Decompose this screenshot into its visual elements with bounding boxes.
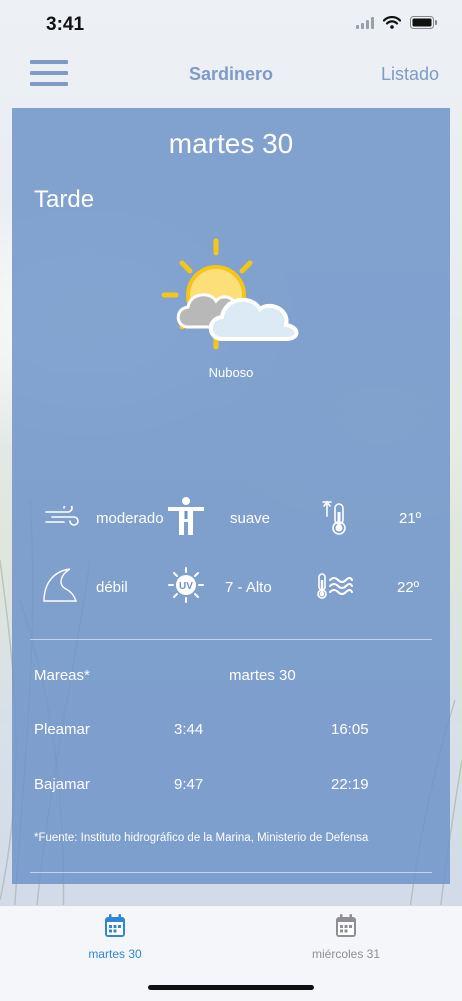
high-tide-time-1: 3:44: [174, 721, 204, 738]
cloudy-sun-icon: [161, 238, 299, 350]
navigation-bar: Sardinero Listado: [0, 50, 462, 100]
low-tide-label: Bajamar: [34, 776, 90, 793]
tab-label: miércoles 31: [311, 947, 381, 961]
forecast-period: Tarde: [34, 186, 95, 213]
tab-miercoles-31[interactable]: miércoles 31: [266, 914, 426, 961]
low-tide-time-1: 9:47: [174, 776, 204, 793]
wifi-icon: [383, 16, 401, 29]
wind-icon: [45, 506, 79, 526]
calendar-icon: [105, 914, 125, 937]
air-temperature-value: 21º: [399, 510, 422, 527]
waves-value: débil: [96, 579, 128, 596]
high-tide-time-2: 16:05: [331, 721, 369, 738]
tab-martes-30[interactable]: martes 30: [35, 914, 195, 961]
uv-value: 7 - Alto: [225, 579, 272, 596]
wave-icon: [43, 568, 77, 602]
condition-label: Nuboso: [208, 365, 254, 380]
feels-value: suave: [230, 510, 271, 527]
tides-label: Mareas*: [34, 667, 90, 684]
divider: [30, 639, 432, 640]
list-button[interactable]: Listado: [381, 64, 439, 85]
water-temperature-value: 22º: [397, 579, 420, 596]
person-temperature-icon: [168, 497, 204, 535]
wind-value: moderado: [96, 510, 164, 527]
high-tide-label: Pleamar: [34, 721, 90, 738]
water-temperature-icon: [317, 573, 353, 599]
tides-day: martes 30: [229, 667, 296, 684]
forecast-card: martes 30 Tarde Nuboso moderado suave 21…: [12, 108, 450, 884]
source-note: *Fuente: Instituto hidrográfico de la Ma…: [34, 832, 369, 844]
low-tide-time-2: 22:19: [331, 776, 369, 793]
tab-label: martes 30: [88, 947, 142, 961]
cellular-signal-icon: [356, 16, 374, 29]
status-icons: [356, 16, 438, 29]
uv-index-icon: UV: [168, 567, 204, 603]
status-bar: 3:41: [0, 0, 462, 50]
thermometer-rising-icon: [322, 500, 346, 535]
divider: [30, 872, 432, 873]
calendar-icon: [336, 914, 356, 937]
svg-text:UV: UV: [179, 581, 193, 592]
battery-icon: [410, 16, 437, 29]
status-time: 3:41: [46, 14, 85, 35]
home-indicator[interactable]: [148, 985, 314, 990]
forecast-day: martes 30: [168, 128, 294, 159]
